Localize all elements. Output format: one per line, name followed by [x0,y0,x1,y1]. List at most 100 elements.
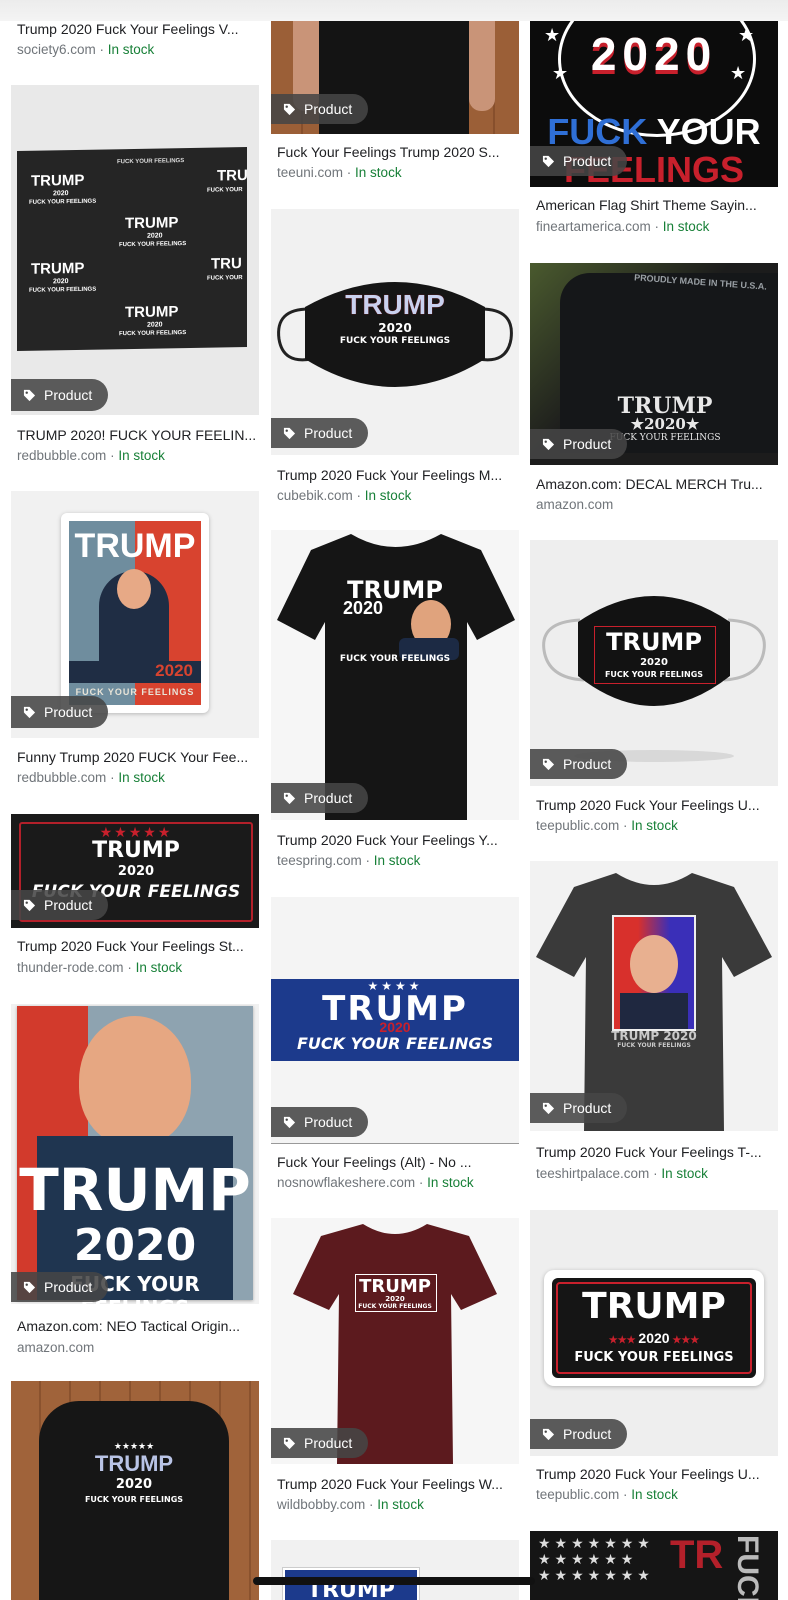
product-image[interactable]: Product [271,21,519,134]
divider [271,1143,519,1144]
result-title[interactable]: Amazon.com: NEO Tactical Origin... [17,1318,257,1334]
result-meta: thunder-rode.com · In stock [17,960,183,975]
result-title[interactable]: Trump 2020 Fuck Your Feelings T-... [536,1144,776,1160]
result-card[interactable]: TRUMP 2020 FUCK YOUR FEELINGS Product Tr… [271,530,519,870]
stock-status: In stock [631,818,678,833]
product-image[interactable]: PROUDLY MADE IN THE U.S.A. TRUMP ★2020★ … [530,263,778,465]
face-shape [79,1016,191,1146]
result-meta: teeuni.com · In stock [277,165,402,180]
product-image[interactable]: TRUMP 2020 FUCK YOUR FEELINGS Product [271,530,519,820]
result-meta: redbubble.com · In stock [17,448,165,463]
result-meta: cubebik.com · In stock [277,488,412,503]
result-source: amazon.com [17,1340,95,1355]
tag-icon [542,438,555,450]
result-title[interactable]: Trump 2020 Fuck Your Feelings U... [536,797,776,813]
product-badge: Product [271,1428,369,1458]
result-title[interactable]: Amazon.com: DECAL MERCH Tru... [536,476,776,492]
product-image[interactable]: ★★★★ TRUMP 2020 FUCK YOUR FEELINGS Produ… [271,897,519,1143]
result-card[interactable]: ★★★★★ TRUMP 2020 FUCK YOUR FEELINGS Prod… [11,814,259,979]
result-source: wildbobby.com [277,1497,366,1512]
result-source: teepublic.com [536,818,620,833]
result-source: teeshirtpalace.com [536,1166,650,1181]
home-indicator[interactable] [253,1577,535,1585]
product-image[interactable]: ★★★★★ TRUMP 2020 FUCK YOUR FEELINGS [11,1381,259,1600]
result-card[interactable]: TRUMP ★★★ 2020 ★★★ FUCK YOUR FEELINGS Pr… [530,1210,778,1510]
tag-icon [542,1428,555,1440]
stock-status: In stock [135,960,183,975]
result-source: amazon.com [536,497,614,512]
result-source: teepublic.com [536,1487,620,1502]
result-card[interactable]: TRUMP 2020 FUCK YOUR FEELINGS Product Tr… [530,540,778,840]
product-image[interactable]: ★ ★ ★ ★ 2020 FUCK YOUR FEELINGS Product [530,21,778,187]
result-card[interactable]: TRUMP 2020 FUCK YOUR FEELINGS Product Fu… [11,491,259,791]
result-card[interactable]: ★★★★★ TRUMP 2020 FUCK YOUR FEELINGS [11,1381,259,1600]
product-image[interactable]: FUCK YOUR FEELINGS TRUMP 2020 FUCK YOUR … [11,85,259,415]
result-title[interactable]: Fuck Your Feelings Trump 2020 S... [277,144,517,160]
result-source: teespring.com [277,853,362,868]
result-card[interactable]: ★ ★ ★ ★ 2020 FUCK YOUR FEELINGS Product … [530,0,778,245]
result-meta: society6.com · In stock [17,42,155,57]
result-meta: teepublic.com · In stock [536,818,678,833]
result-title[interactable]: Fuck Your Feelings (Alt) - No ... [277,1154,517,1170]
result-source: thunder-rode.com [17,960,124,975]
tag-icon [23,1281,36,1293]
product-image[interactable]: TRUMP ★★★ 2020 ★★★ FUCK YOUR FEELINGS Pr… [530,1210,778,1456]
product-badge: Product [271,94,369,124]
result-title[interactable]: Trump 2020 Fuck Your Feelings U... [536,1466,776,1482]
result-card[interactable]: ★★★★★★★ ★★★★★★ ★★★★★★★ TR FUCK [530,1531,778,1600]
product-badge: Product [11,1272,109,1302]
tag-icon [283,1437,296,1449]
result-meta: teepublic.com · In stock [536,1487,678,1502]
product-image[interactable]: ★★★★★ TRUMP 2020 FUCK YOUR FEELINGS Prod… [11,814,259,928]
product-badge: Product [11,379,109,411]
product-badge: Product [530,749,628,779]
poster: TRUMP 2020 FUCK YOUR FEELINGS [17,1006,253,1304]
product-image[interactable]: TRUMP 2020 FUCK YOUR FEELINGS Product [11,491,259,738]
tag-icon [542,758,555,770]
stock-status: In stock [364,488,412,503]
result-title[interactable]: Trump 2020 Fuck Your Feelings W... [277,1476,517,1492]
result-card[interactable]: FUCK YOUR FEELINGS TRUMP 2020 FUCK YOUR … [11,85,259,475]
tshirt [277,534,515,820]
product-image[interactable]: ★★★★★★★ ★★★★★★ ★★★★★★★ TR FUCK [530,1531,778,1600]
result-card[interactable]: TRUMP 2020 FUCK YOUR FEELINGS Product Tr… [530,861,778,1186]
result-title[interactable]: Trump 2020 Fuck Your Feelings V... [17,21,257,37]
product-image[interactable]: TRUMP 2020 FUCK YOUR FEELINGS Product [530,540,778,786]
result-source: nosnowflakeshere.com [277,1175,416,1190]
tag-icon [283,103,296,115]
result-card[interactable]: TRUMP 2020 FUCK YOUR FEELINGS Product Tr… [271,1218,519,1518]
product-image[interactable]: TRUMP 2020 FUCK YOUR FEELINGS Product [530,861,778,1131]
result-card[interactable]: Product Fuck Your Feelings Trump 2020 S.… [271,0,519,190]
result-title[interactable]: Trump 2020 Fuck Your Feelings Y... [277,832,517,848]
result-title[interactable]: Trump 2020 Fuck Your Feelings M... [277,467,517,483]
result-meta: amazon.com [17,1340,257,1355]
result-card[interactable]: TRUMP [271,1540,519,1600]
tag-icon [542,155,555,167]
product-badge: Product [271,1107,369,1137]
bumper-sticker: ★★★★ TRUMP 2020 FUCK YOUR FEELINGS [271,979,519,1061]
tag-icon [542,1102,555,1114]
result-title[interactable]: American Flag Shirt Theme Sayin... [536,197,776,213]
result-meta: redbubble.com · In stock [17,770,165,785]
result-card[interactable]: PROUDLY MADE IN THE U.S.A. TRUMP ★2020★ … [530,263,778,518]
result-card[interactable]: ★★★★ TRUMP 2020 FUCK YOUR FEELINGS Produ… [271,897,519,1197]
product-image[interactable]: TRUMP 2020 FUCK YOUR FEELINGS Product [11,1004,259,1304]
product-image[interactable]: TRUMP 2020 FUCK YOUR FEELINGS Product [271,209,519,455]
product-badge: Product [530,1093,628,1123]
result-card[interactable]: TRUMP 2020 FUCK YOUR FEELINGS Product Tr… [271,209,519,509]
result-source: society6.com [17,42,96,57]
product-image[interactable]: TRUMP 2020 FUCK YOUR FEELINGS Product [271,1218,519,1464]
result-title[interactable]: Trump 2020 Fuck Your Feelings St... [17,938,257,954]
stock-status: In stock [118,770,165,785]
product-badge: Product [271,418,369,448]
result-title[interactable]: TRUMP 2020! FUCK YOUR FEELIN... [17,427,257,443]
status-bar [0,0,788,21]
result-meta: wildbobby.com · In stock [277,1497,424,1512]
sticker: TRUMP ★★★ 2020 ★★★ FUCK YOUR FEELINGS [544,1270,764,1386]
tag-icon [283,1116,296,1128]
result-source: redbubble.com [17,448,107,463]
product-image[interactable]: TRUMP [271,1540,519,1600]
result-card[interactable]: TRUMP 2020 FUCK YOUR FEELINGS Product Am… [11,1004,259,1359]
result-title[interactable]: Funny Trump 2020 FUCK Your Fee... [17,749,257,765]
stock-status: In stock [107,42,155,57]
